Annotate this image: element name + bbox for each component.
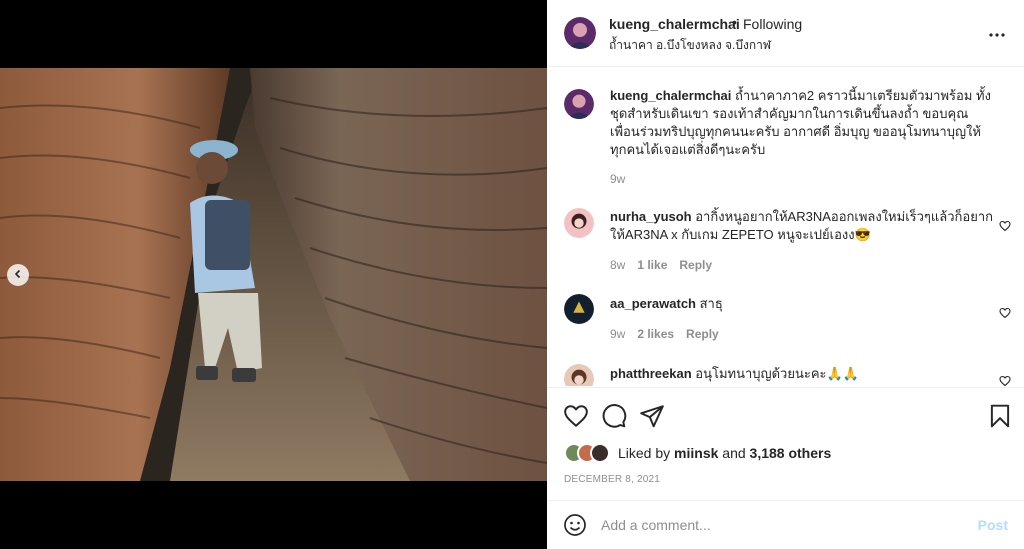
post-side-panel: kueng_chalermchai • Following ถ้ำนาคา อ.… [547, 0, 1024, 549]
commenter-username[interactable]: nurha_yusoh [610, 209, 692, 224]
likes-summary: Liked by miinsk and 3,188 others [564, 442, 831, 464]
post-date[interactable]: DECEMBER 8, 2021 [564, 474, 660, 485]
more-horizontal-icon [989, 24, 1005, 42]
liker-avatars [564, 443, 612, 463]
author-username[interactable]: kueng_chalermchai [609, 16, 740, 32]
action-bar: Liked by miinsk and 3,188 others DECEMBE… [547, 387, 1024, 499]
comment-text: nurha_yusoh อากิ้งหนูอยากให้AR3NAออกเพลง… [610, 208, 995, 244]
paper-plane-icon[interactable] [639, 403, 665, 429]
caption-meta: 9w [610, 172, 625, 186]
comment-body: อนุโมทนาบุญด้วยนะคะ🙏🙏 [695, 366, 859, 381]
comments-list[interactable]: kueng_chalermchai ถ้ำนาคาภาค2 คราวนี้มาเ… [547, 68, 1024, 386]
comment-likes[interactable]: 2 likes [637, 327, 674, 341]
author-avatar[interactable] [564, 89, 594, 119]
post-photo [0, 68, 547, 481]
likes-and: and [722, 445, 746, 461]
previous-photo-button[interactable] [7, 264, 29, 286]
comment-heart-icon[interactable] [999, 306, 1011, 319]
likes-prefix: Liked by [618, 445, 671, 461]
likes-user[interactable]: miinsk [674, 445, 718, 461]
commenter-avatar[interactable] [564, 364, 594, 386]
comment-meta: 8w 1 like Reply [610, 258, 712, 272]
comment-time: 9w [610, 327, 626, 341]
caption-username[interactable]: kueng_chalermchai [610, 88, 731, 103]
comment-meta: 9w 2 likes Reply [610, 327, 719, 341]
add-comment-bar: Post [547, 500, 1024, 549]
liker-avatar [590, 443, 610, 463]
post-header: kueng_chalermchai • Following ถ้ำนาคา อ.… [547, 0, 1024, 67]
comment-heart-icon[interactable] [999, 219, 1011, 232]
caption-time: 9w [610, 172, 626, 186]
separator-dot: • [732, 14, 737, 30]
comment-icon[interactable] [601, 403, 627, 429]
comment-input[interactable] [601, 514, 961, 536]
comment-text: phatthreekan อนุโมทนาบุญด้วยนะคะ🙏🙏 [610, 365, 995, 383]
post-location[interactable]: ถ้ำนาคา อ.บึงโขงหลง จ.บึงกาฬ [609, 36, 771, 55]
commenter-avatar[interactable] [564, 208, 594, 238]
following-button[interactable]: Following [743, 16, 802, 32]
chevron-left-icon [13, 266, 23, 284]
commenter-username[interactable]: phatthreekan [610, 366, 692, 381]
likes-others[interactable]: 3,188 others [750, 445, 832, 461]
reply-button[interactable]: Reply [686, 327, 719, 341]
comment-likes[interactable]: 1 like [637, 258, 667, 272]
heart-icon[interactable] [563, 403, 589, 429]
comment-text: aa_perawatch สาธุ [610, 295, 995, 313]
post-media [0, 0, 547, 549]
more-options-button[interactable] [986, 22, 1008, 44]
reply-button[interactable]: Reply [679, 258, 712, 272]
commenter-username[interactable]: aa_perawatch [610, 296, 696, 311]
commenter-avatar[interactable] [564, 294, 594, 324]
caption-text: kueng_chalermchai ถ้ำนาคาภาค2 คราวนี้มาเ… [610, 87, 995, 159]
comment-body: สาธุ [699, 296, 723, 311]
comment-heart-icon[interactable] [999, 374, 1011, 386]
comment-time: 8w [610, 258, 626, 272]
author-avatar[interactable] [564, 17, 596, 49]
bookmark-icon[interactable] [987, 403, 1013, 429]
smiley-icon[interactable] [563, 513, 587, 537]
post-comment-button[interactable]: Post [978, 517, 1008, 533]
